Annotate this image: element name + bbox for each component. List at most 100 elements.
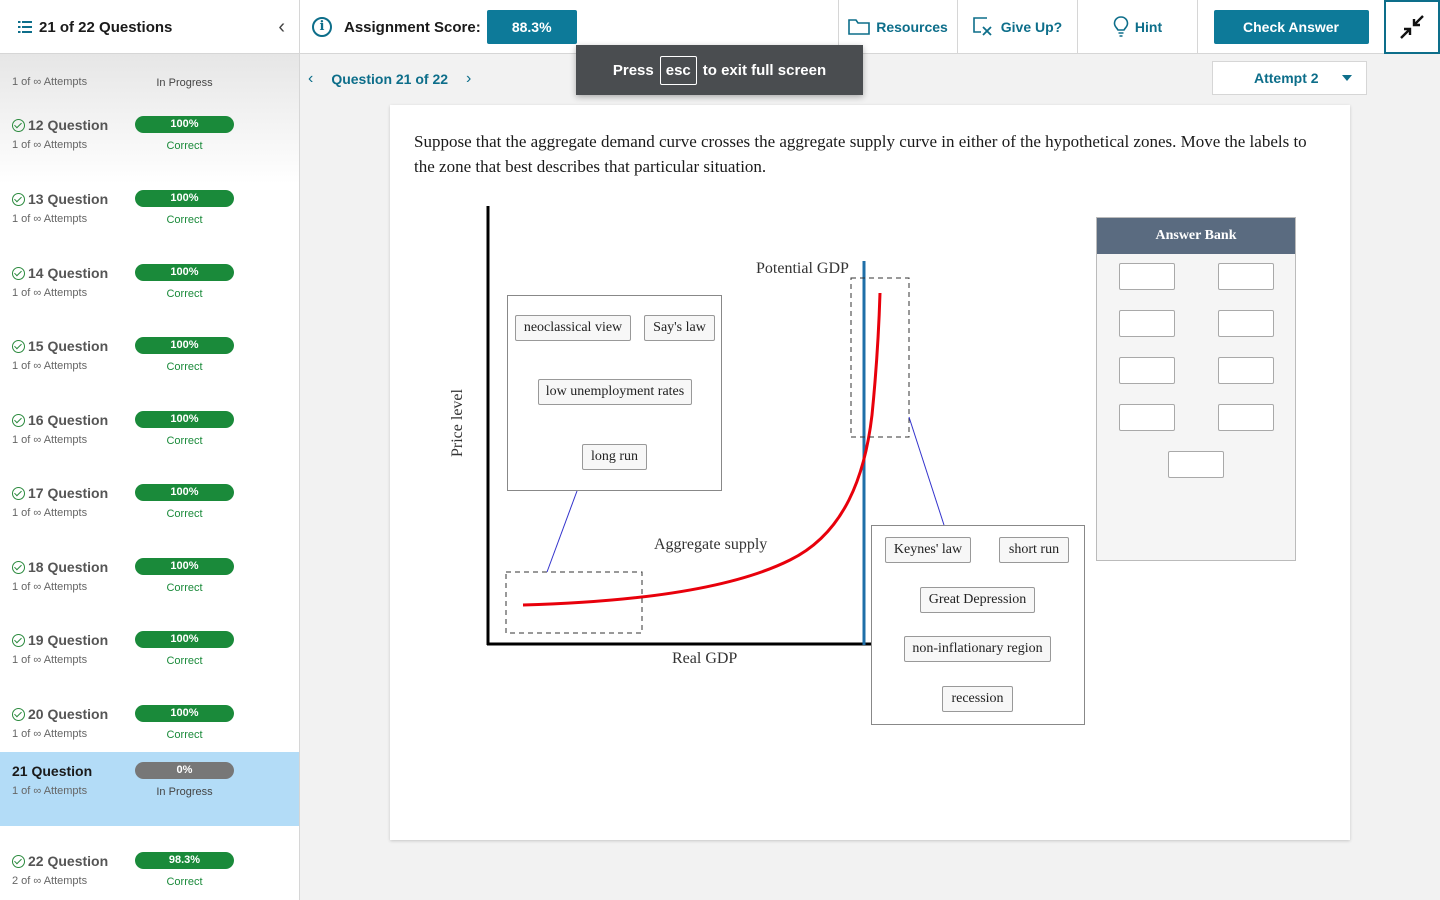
label-recession[interactable]: recession: [942, 686, 1013, 712]
status-text: Correct: [166, 435, 203, 447]
answer-bank-slot[interactable]: [1218, 404, 1274, 431]
answer-bank-slot[interactable]: [1218, 263, 1274, 290]
question-count-label: 21 of 22 Questions: [39, 18, 173, 36]
question-title-text: 13 Question: [28, 191, 109, 207]
label-short-run[interactable]: short run: [999, 537, 1069, 563]
score-pill: 100%: [135, 190, 234, 207]
status-text: In Progress: [156, 77, 213, 89]
question-title-text: 14 Question: [28, 265, 109, 281]
label-low-unemployment-rates[interactable]: low unemployment rates: [538, 379, 692, 405]
lightbulb-icon: [1113, 16, 1129, 37]
check-circle-icon: [12, 486, 25, 500]
check-circle-icon: [12, 633, 25, 647]
give-up-button[interactable]: Give Up?: [957, 0, 1077, 54]
label-long-run[interactable]: long run: [582, 444, 647, 470]
attempt-dropdown[interactable]: Attempt 2: [1212, 61, 1367, 95]
question-sidebar: 1 of ∞ Attempts In Progress 12 Question …: [0, 54, 300, 900]
question-count-toggle[interactable]: 21 of 22 Questions ‹: [0, 0, 300, 54]
status-text: In Progress: [156, 786, 213, 798]
label-neoclassical-view[interactable]: neoclassical view: [515, 315, 631, 341]
attempts-text: 1 of ∞ Attempts: [12, 654, 88, 666]
score-pill: 0%: [135, 762, 234, 779]
hint-button[interactable]: Hint: [1077, 0, 1197, 54]
status-text: Correct: [166, 876, 203, 888]
right-zone-connector: [908, 416, 945, 526]
score-label: Assignment Score:: [344, 18, 481, 36]
question-item-19[interactable]: 19 Question 1 of ∞ Attempts 100% Correct: [0, 621, 299, 695]
exit-fullscreen-icon: [1400, 15, 1424, 39]
x-axis-label: Real GDP: [672, 650, 738, 667]
label-keynes-law[interactable]: Keynes' law: [885, 537, 971, 563]
check-circle-icon: [12, 413, 25, 427]
y-axis-label: Price level: [449, 389, 466, 457]
attempts-text: 1 of ∞ Attempts: [12, 434, 88, 446]
question-item-15[interactable]: 15 Question 1 of ∞ Attempts 100% Correct: [0, 327, 299, 401]
check-answer-container: Check Answer: [1197, 0, 1384, 54]
answer-bank-slot[interactable]: [1218, 357, 1274, 384]
toast-message: to exit full screen: [702, 61, 827, 79]
score-pill: 100%: [135, 484, 234, 501]
answer-bank-slot[interactable]: [1119, 404, 1175, 431]
list-icon: [18, 21, 32, 33]
check-circle-icon: [12, 192, 25, 206]
attempt-label: Attempt 2: [1254, 70, 1319, 86]
question-item-18[interactable]: 18 Question 1 of ∞ Attempts 100% Correct: [0, 548, 299, 622]
question-title: 14 Question: [12, 265, 108, 281]
status-text: Correct: [166, 214, 203, 226]
answer-bank-slot[interactable]: [1119, 310, 1175, 337]
question-title: 21 Question: [12, 763, 92, 779]
label-great-depression[interactable]: Great Depression: [920, 587, 1035, 613]
question-title-text: 20 Question: [28, 706, 109, 722]
attempts-text: 1 of ∞ Attempts: [12, 507, 88, 519]
previous-question-icon[interactable]: ‹: [308, 70, 313, 88]
question-title-text: 21 Question: [12, 763, 93, 779]
status-text: Correct: [166, 729, 203, 741]
answer-bank-slot[interactable]: [1119, 357, 1175, 384]
question-title-text: 15 Question: [28, 338, 109, 354]
question-title: 19 Question: [12, 632, 108, 648]
question-title: 17 Question: [12, 485, 108, 501]
fullscreen-toast: Press esc to exit full screen: [576, 45, 863, 95]
left-zone-connector: [546, 490, 578, 573]
question-item-12[interactable]: 12 Question 1 of ∞ Attempts 100% Correct: [0, 106, 299, 180]
esc-key: esc: [659, 55, 697, 85]
question-title: 20 Question: [12, 706, 108, 722]
question-item-13[interactable]: 13 Question 1 of ∞ Attempts 100% Correct: [0, 180, 299, 254]
next-question-icon[interactable]: ›: [466, 70, 471, 88]
give-up-label: Give Up?: [1000, 19, 1063, 35]
question-nav-label: Question 21 of 22: [331, 71, 449, 87]
exit-fullscreen-button[interactable]: [1384, 0, 1440, 54]
score-pill: 100%: [135, 558, 234, 575]
score-pill: 100%: [135, 337, 234, 354]
status-text: Correct: [166, 140, 203, 152]
attempts-text: 1 of ∞ Attempts: [12, 581, 88, 593]
question-item-16[interactable]: 16 Question 1 of ∞ Attempts 100% Correct: [0, 401, 299, 475]
answer-bank: Answer Bank: [1096, 217, 1296, 561]
question-title: 12 Question: [12, 117, 108, 133]
chevron-down-icon: [1342, 75, 1352, 81]
question-item-22[interactable]: 22 Question 2 of ∞ Attempts 98.3% Correc…: [0, 842, 299, 900]
check-circle-icon: [12, 266, 25, 280]
check-answer-button[interactable]: Check Answer: [1213, 10, 1369, 44]
status-text: Correct: [166, 582, 203, 594]
check-circle-icon: [12, 118, 25, 132]
question-item-21[interactable]: 21 Question 1 of ∞ Attempts 0% In Progre…: [0, 752, 299, 826]
info-icon[interactable]: i: [312, 17, 332, 37]
label-says-law[interactable]: Say's law: [644, 315, 715, 341]
question-title: 13 Question: [12, 191, 108, 207]
answer-bank-slot[interactable]: [1119, 263, 1175, 290]
score-pill: 100%: [135, 411, 234, 428]
question-item-17[interactable]: 17 Question 1 of ∞ Attempts 100% Correct: [0, 474, 299, 548]
status-text: Correct: [166, 655, 203, 667]
attempts-text: 2 of ∞ Attempts: [12, 875, 88, 887]
answer-bank-title: Answer Bank: [1097, 218, 1295, 254]
attempts-text: 1 of ∞ Attempts: [12, 213, 88, 225]
answer-bank-slot[interactable]: [1168, 451, 1224, 478]
chevron-left-icon[interactable]: ‹: [278, 16, 285, 39]
question-title: 16 Question: [12, 412, 108, 428]
folder-icon: [848, 19, 871, 35]
answer-bank-slot[interactable]: [1218, 310, 1274, 337]
question-item-14[interactable]: 14 Question 1 of ∞ Attempts 100% Correct: [0, 254, 299, 328]
attempts-text: 1 of ∞ Attempts: [12, 728, 88, 740]
label-non-inflationary-region[interactable]: non-inflationary region: [904, 636, 1051, 662]
